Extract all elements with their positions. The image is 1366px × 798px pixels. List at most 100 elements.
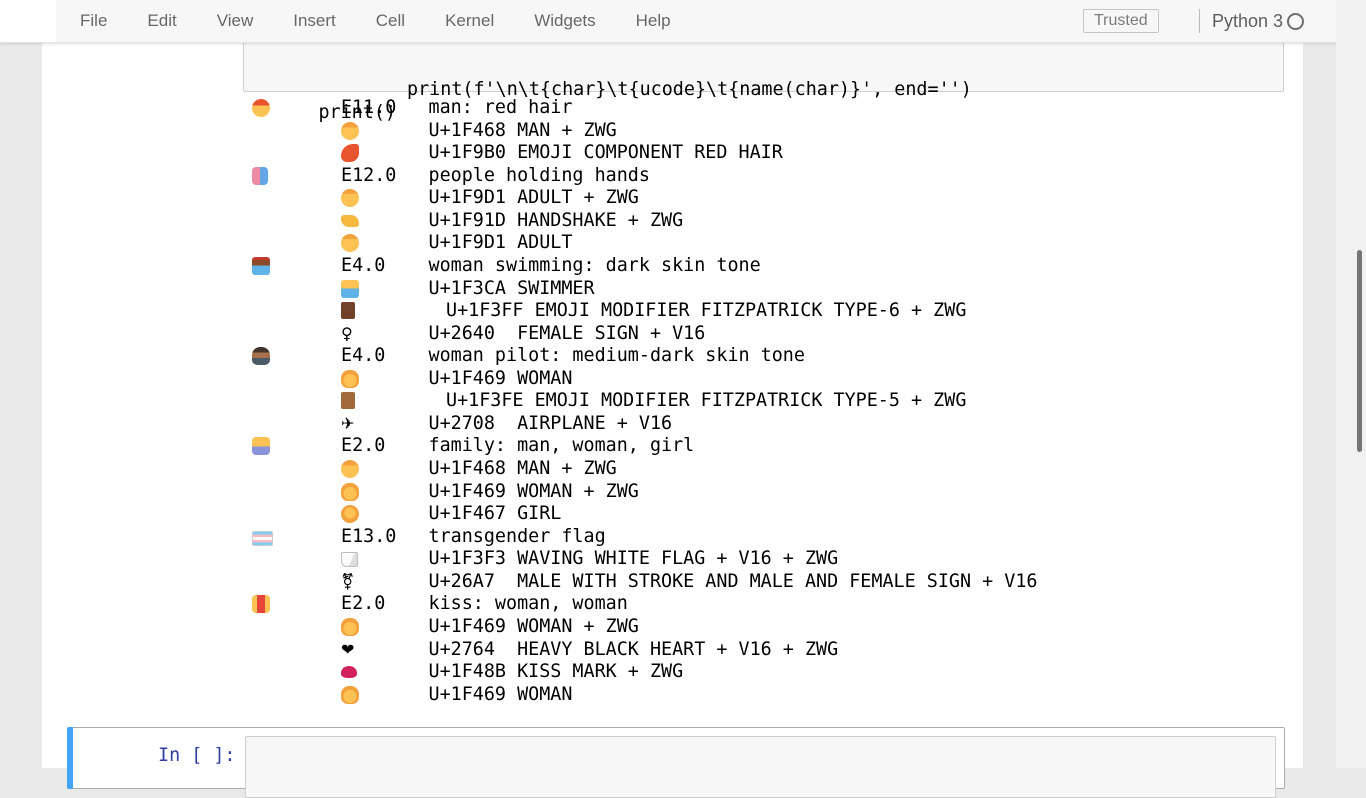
emoji-glyph: 🤝 (341, 215, 359, 227)
emoji-description: U+1F3FF EMOJI MODIFIER FITZPATRICK TYPE-… (446, 300, 966, 323)
menu-item[interactable]: Kernel (425, 0, 514, 42)
emoji-version-label: E12.0 (341, 165, 396, 188)
emoji-description: U+2764 HEAVY BLACK HEART + V16 + ZWG (429, 639, 839, 662)
output-row: 🏾 U+1F3FE EMOJI MODIFIER FITZPATRICK TYP… (252, 390, 1272, 413)
emoji-glyph: 🏊 (341, 280, 359, 298)
emoji-description: U+1F468 MAN + ZWG (429, 458, 617, 481)
emoji-description: U+1F3CA SWIMMER (429, 278, 595, 301)
emoji-glyph: 🧑 (341, 189, 359, 207)
emoji-version-label: E4.0 (341, 255, 385, 278)
emoji-description: U+1F48B KISS MARK + ZWG (429, 661, 684, 684)
emoji-glyph: 🦰 (341, 144, 359, 162)
output-row: ⚧ U+26A7 MALE WITH STROKE AND MALE AND F… (252, 571, 1272, 594)
menu-item[interactable]: View (197, 0, 274, 42)
emoji-description: family: man, woman, girl (429, 435, 695, 458)
emoji-glyph: 👩 (341, 618, 359, 636)
menu-item[interactable]: Help (616, 0, 691, 42)
menu-item[interactable]: Widgets (514, 0, 615, 42)
menu-item[interactable]: Edit (127, 0, 196, 42)
output-row: 🤝 U+1F91D HANDSHAKE + ZWG (252, 210, 1272, 233)
emoji-description: U+1F9D1 ADULT (429, 232, 573, 255)
output-row: 👩‍❤️‍💋‍👩 E2.0 kiss: woman, woman (252, 593, 1272, 616)
emoji-description: U+1F3F3 WAVING WHITE FLAG + V16 + ZWG (429, 548, 839, 571)
emoji-glyph: 👨‍🦰 (252, 99, 270, 117)
emoji-description: U+1F468 MAN + ZWG (429, 120, 617, 143)
kernel-divider (1199, 9, 1200, 33)
emoji-description: U+1F469 WOMAN + ZWG (429, 616, 639, 639)
cell-output-area: 👨‍🦰 E11.0 man: red hair 👨 U+1F468 MAN + … (252, 97, 1272, 706)
output-row: 🏳️‍⚧️ E13.0 transgender flag (252, 526, 1272, 549)
output-row: 👨 U+1F468 MAN + ZWG (252, 120, 1272, 143)
output-row: 🧑‍🤝‍🧑 E12.0 people holding hands (252, 165, 1272, 188)
emoji-glyph: ♀ (341, 323, 353, 346)
emoji-glyph: ⚧ (341, 571, 354, 594)
emoji-glyph: 👨 (341, 122, 359, 140)
emoji-glyph: 🏿 (341, 302, 355, 319)
emoji-description: U+1F91D HANDSHAKE + ZWG (429, 210, 684, 233)
emoji-glyph: 🧑 (341, 234, 359, 252)
emoji-description: U+2708 AIRPLANE + V16 (429, 413, 673, 436)
emoji-description: U+1F3FE EMOJI MODIFIER FITZPATRICK TYPE-… (446, 390, 966, 413)
emoji-description: U+1F469 WOMAN + ZWG (429, 481, 639, 504)
emoji-glyph: 🧑‍🤝‍🧑 (252, 167, 268, 185)
selected-empty-cell[interactable]: In [ ]: (67, 727, 1285, 789)
output-row: 🦰 U+1F9B0 EMOJI COMPONENT RED HAIR (252, 142, 1272, 165)
emoji-version-label: E11.0 (341, 97, 396, 120)
output-row: 🏿 U+1F3FF EMOJI MODIFIER FITZPATRICK TYP… (252, 300, 1272, 323)
emoji-version-label: E2.0 (341, 593, 385, 616)
emoji-version-label: E2.0 (341, 435, 385, 458)
output-row: 🏊🏿‍♀️ E4.0 woman swimming: dark skin ton… (252, 255, 1272, 278)
emoji-description: U+2640 FEMALE SIGN + V16 (429, 323, 706, 346)
kernel-name: Python 3 (1212, 0, 1283, 42)
menu-item[interactable]: Cell (356, 0, 425, 42)
emoji-glyph: 👩🏾‍✈️ (252, 347, 270, 365)
jupyter-header: FileEditViewInsertCellKernelWidgetsHelp … (0, 0, 1336, 43)
emoji-glyph: 💋 (341, 666, 357, 678)
output-row: 👨‍👩‍👧 E2.0 family: man, woman, girl (252, 435, 1272, 458)
emoji-description: U+1F467 GIRL (429, 503, 562, 526)
emoji-glyph: 👩‍❤️‍💋‍👩 (252, 595, 270, 613)
emoji-glyph: 👩 (341, 686, 359, 704)
emoji-description: woman swimming: dark skin tone (429, 255, 761, 278)
emoji-glyph: ❤ (341, 639, 354, 662)
output-row: 👨‍🦰 E11.0 man: red hair (252, 97, 1272, 120)
output-row: 🏳 U+1F3F3 WAVING WHITE FLAG + V16 + ZWG (252, 548, 1272, 571)
emoji-description: kiss: woman, woman (429, 593, 628, 616)
emoji-description: people holding hands (429, 165, 650, 188)
emoji-glyph: 👨‍👩‍👧 (252, 437, 270, 455)
emoji-version-label: E13.0 (341, 526, 396, 549)
emoji-description: U+1F9D1 ADULT + ZWG (429, 187, 639, 210)
emoji-description: U+1F9B0 EMOJI COMPONENT RED HAIR (429, 142, 783, 165)
emoji-description: U+1F469 WOMAN (429, 368, 573, 391)
emoji-description: transgender flag (429, 526, 606, 549)
emoji-glyph: 👩 (341, 483, 359, 501)
output-row: ❤ U+2764 HEAVY BLACK HEART + V16 + ZWG (252, 639, 1272, 662)
output-row: 👩🏾‍✈️ E4.0 woman pilot: medium-dark skin… (252, 345, 1272, 368)
emoji-glyph: 🏳 (341, 552, 358, 567)
emoji-version-label: E4.0 (341, 345, 385, 368)
code-line-2: print() (252, 57, 1283, 80)
output-row: 🏊 U+1F3CA SWIMMER (252, 278, 1272, 301)
emoji-glyph: 🏊🏿‍♀️ (252, 257, 270, 275)
emoji-glyph: 🏾 (341, 392, 355, 409)
kernel-idle-icon (1287, 13, 1304, 30)
trusted-badge[interactable]: Trusted (1083, 9, 1159, 33)
output-row: ✈ U+2708 AIRPLANE + V16 (252, 413, 1272, 436)
menu-item[interactable]: Insert (273, 0, 356, 42)
emoji-glyph: ✈ (341, 413, 354, 436)
emoji-glyph: 🏳️‍⚧️ (252, 531, 273, 546)
emoji-description: woman pilot: medium-dark skin tone (429, 345, 805, 368)
output-row: 👧 U+1F467 GIRL (252, 503, 1272, 526)
empty-code-input[interactable] (245, 736, 1276, 798)
menu-item[interactable]: File (60, 0, 127, 42)
output-row: 👩 U+1F469 WOMAN (252, 684, 1272, 707)
output-row: 🧑 U+1F9D1 ADULT (252, 232, 1272, 255)
emoji-glyph: 👩 (341, 370, 359, 388)
output-row: ♀ U+2640 FEMALE SIGN + V16 (252, 323, 1272, 346)
output-row: 👩 U+1F469 WOMAN + ZWG (252, 481, 1272, 504)
output-row: 👩 U+1F469 WOMAN + ZWG (252, 616, 1272, 639)
scrollbar-thumb[interactable] (1357, 250, 1362, 452)
output-row: 🧑 U+1F9D1 ADULT + ZWG (252, 187, 1272, 210)
emoji-description: U+26A7 MALE WITH STROKE AND MALE AND FEM… (429, 571, 1038, 594)
emoji-description: man: red hair (429, 97, 573, 120)
